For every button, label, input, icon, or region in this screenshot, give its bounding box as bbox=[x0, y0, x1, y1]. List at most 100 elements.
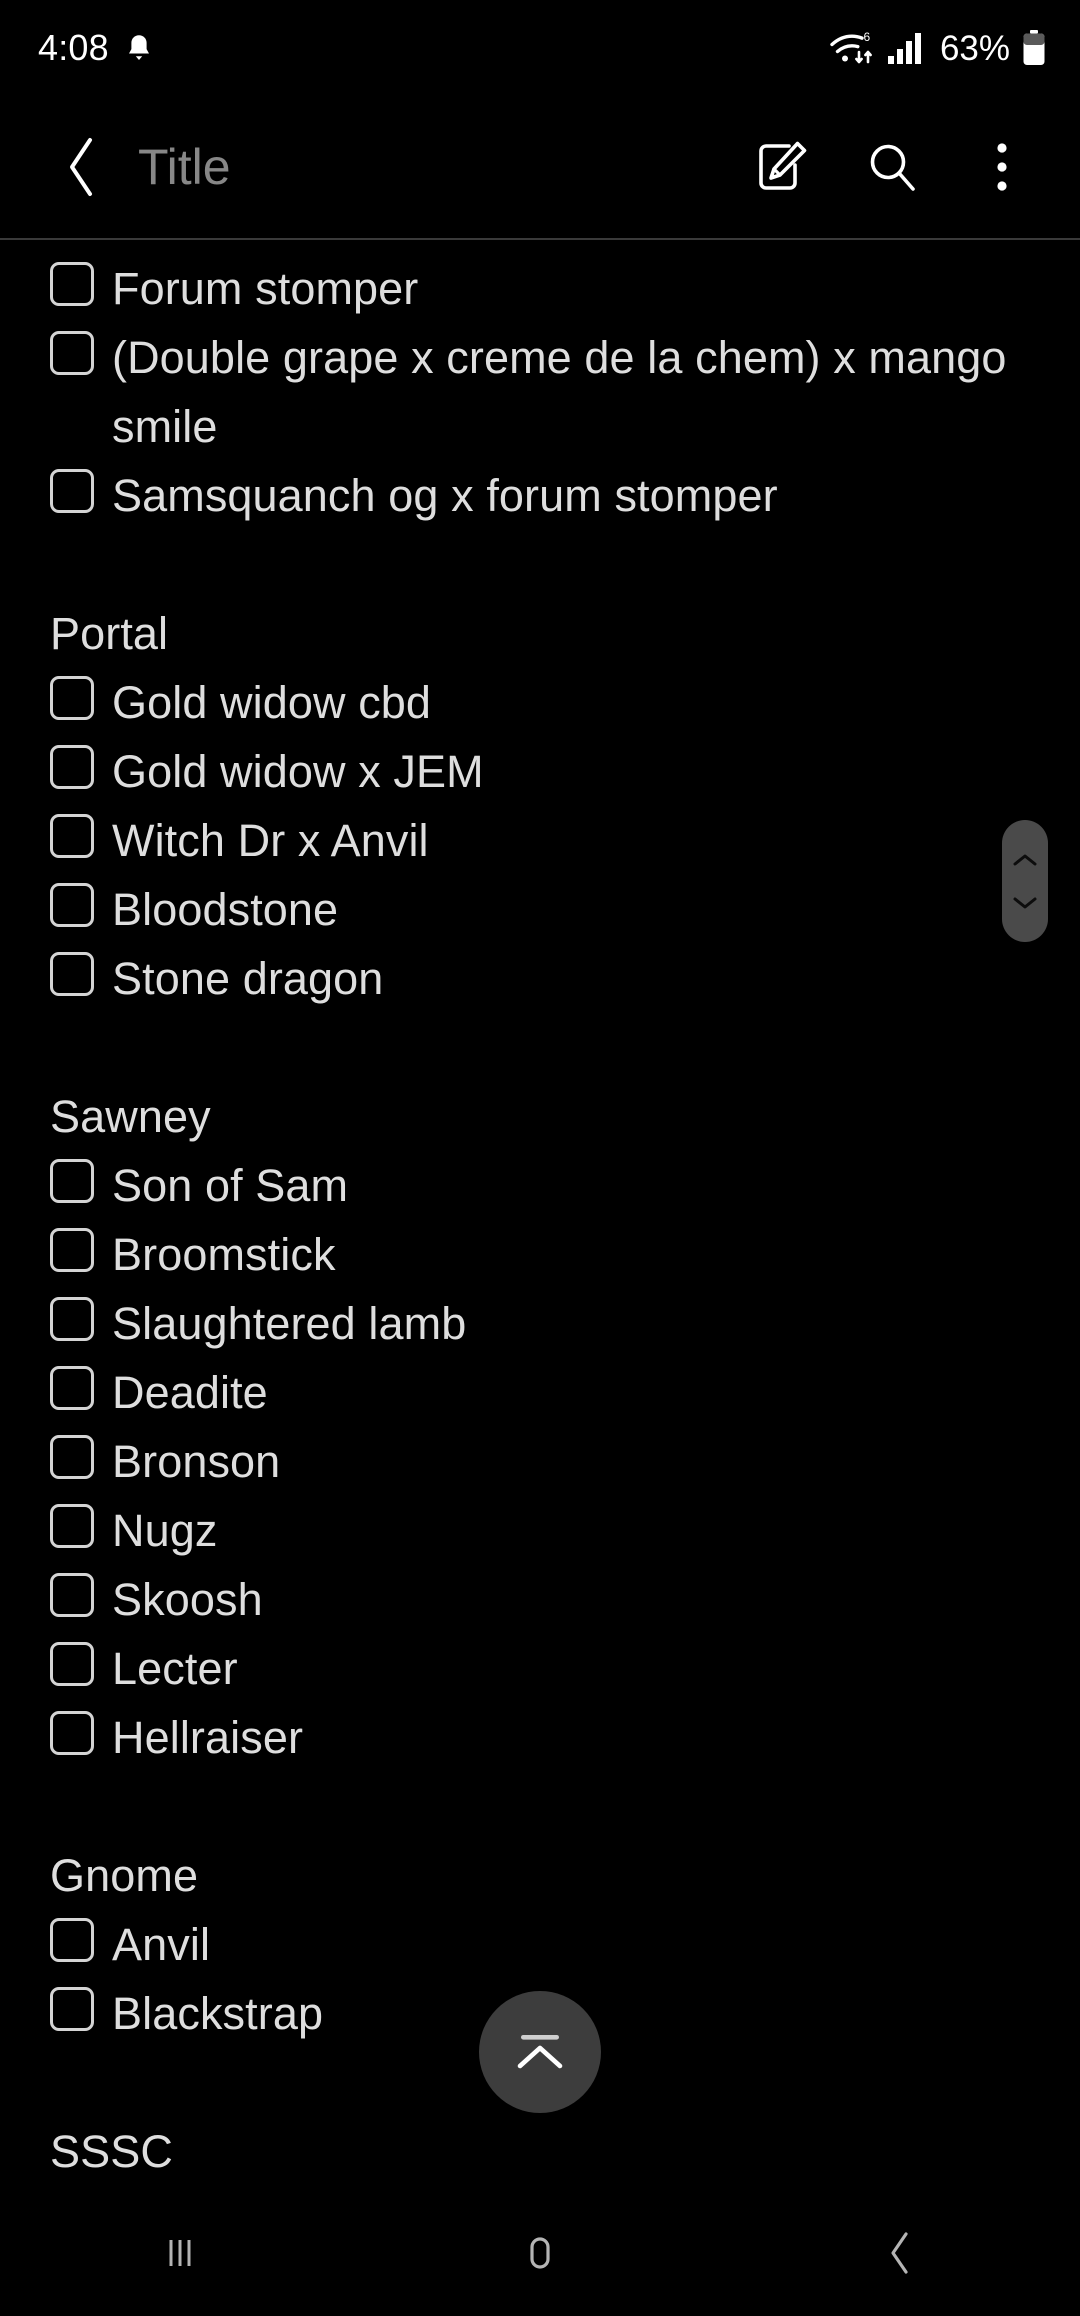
note-checklist-item-label: Gold widow cbd bbox=[112, 677, 432, 728]
note-checklist-item-label: Skoosh bbox=[112, 1574, 263, 1625]
note-checklist-item-label: (Double grape x creme de la chem) x mang… bbox=[112, 332, 1020, 452]
navigate-up-button[interactable] bbox=[50, 135, 114, 199]
app-bar: Title bbox=[0, 96, 1080, 238]
app-bar-actions bbox=[754, 139, 1050, 195]
note-section-heading[interactable]: Portal bbox=[0, 599, 1080, 668]
note-blank-line bbox=[0, 1772, 1080, 1841]
checkbox-icon[interactable] bbox=[50, 262, 94, 306]
note-section-heading[interactable]: Gnome bbox=[0, 1841, 1080, 1910]
scrollbar-thumb[interactable] bbox=[1002, 820, 1048, 942]
more-options-button[interactable] bbox=[974, 139, 1030, 195]
checkbox-icon[interactable] bbox=[50, 1987, 94, 2031]
checkbox-icon[interactable] bbox=[50, 1573, 94, 1617]
checkbox-icon[interactable] bbox=[50, 745, 94, 789]
note-checklist-item-label: Nugz bbox=[112, 1505, 218, 1556]
note-checklist-item-label: Anvil bbox=[112, 1919, 211, 1970]
note-section-heading-label: Sawney bbox=[50, 1091, 211, 1142]
note-checklist-item[interactable]: Samsquanch og x forum stomper bbox=[0, 461, 1080, 530]
note-checklist-item-label: Witch Dr x Anvil bbox=[112, 815, 429, 866]
checkbox-icon[interactable] bbox=[50, 952, 94, 996]
wifi-6-icon: 6 bbox=[830, 30, 872, 64]
note-checklist-item-label: Samsquanch og x forum stomper bbox=[112, 470, 778, 521]
note-section-heading-label: Portal bbox=[50, 608, 169, 659]
note-checklist-item-label: Forum stomper bbox=[112, 263, 419, 314]
note-blank-line bbox=[0, 1013, 1080, 1082]
note-checklist-item-label: Bronson bbox=[112, 1436, 281, 1487]
note-checklist-item-label: Stone dragon bbox=[112, 953, 384, 1004]
note-checklist-item[interactable]: Lecter bbox=[0, 1634, 1080, 1703]
home-icon bbox=[530, 2237, 550, 2269]
note-checklist-item[interactable]: Gold widow cbd bbox=[0, 668, 1080, 737]
note-content[interactable]: Forum stomper (Double grape x creme de la… bbox=[0, 240, 1080, 2200]
battery-icon bbox=[1023, 30, 1045, 65]
bell-icon bbox=[128, 35, 149, 60]
back-button[interactable] bbox=[720, 2190, 1080, 2316]
chevron-up-icon bbox=[1013, 854, 1037, 865]
note-checklist-item[interactable]: (Double grape x creme de la chem) x mang… bbox=[0, 323, 1080, 461]
checkbox-icon[interactable] bbox=[50, 1711, 94, 1755]
recents-icon bbox=[169, 2240, 191, 2266]
checkbox-icon[interactable] bbox=[50, 883, 94, 927]
note-checklist-item-label: Hellraiser bbox=[112, 1712, 304, 1763]
note-checklist-item-label: Deadite bbox=[112, 1367, 268, 1418]
compose-button[interactable] bbox=[754, 139, 810, 195]
checkbox-icon[interactable] bbox=[50, 469, 94, 513]
status-bar-clock: 4:08 bbox=[38, 27, 109, 68]
home-button[interactable] bbox=[360, 2190, 720, 2316]
svg-text:6: 6 bbox=[863, 30, 870, 44]
checkbox-icon[interactable] bbox=[50, 1435, 94, 1479]
checkbox-icon[interactable] bbox=[50, 331, 94, 375]
note-checklist-item[interactable]: Deadite bbox=[0, 1358, 1080, 1427]
system-navigation-bar bbox=[0, 2190, 1080, 2316]
recents-button[interactable] bbox=[0, 2190, 360, 2316]
checkbox-icon[interactable] bbox=[50, 1918, 94, 1962]
checkbox-icon[interactable] bbox=[50, 676, 94, 720]
search-icon bbox=[870, 144, 915, 191]
checkbox-icon[interactable] bbox=[50, 1504, 94, 1548]
note-checklist-item[interactable]: Forum stomper bbox=[0, 254, 1080, 323]
note-checklist-item[interactable]: Stone dragon bbox=[0, 944, 1080, 1013]
cellular-signal-icon bbox=[887, 33, 921, 64]
checkbox-icon[interactable] bbox=[50, 814, 94, 858]
back-icon bbox=[891, 2232, 908, 2274]
chevron-down-icon bbox=[1013, 897, 1037, 908]
note-checklist-item[interactable]: Son of Sam bbox=[0, 1151, 1080, 1220]
status-bar-left: 4:08 bbox=[38, 30, 153, 66]
checkbox-icon[interactable] bbox=[50, 1366, 94, 1410]
note-checklist-item-label: Gold widow x JEM bbox=[112, 746, 484, 797]
search-button[interactable] bbox=[864, 139, 920, 195]
note-checklist-item-label: Slaughtered lamb bbox=[112, 1298, 467, 1349]
note-section-heading[interactable]: Sawney bbox=[0, 1082, 1080, 1151]
note-checklist-item-label: Lecter bbox=[112, 1643, 238, 1694]
note-checklist-item[interactable]: Broomstick bbox=[0, 1220, 1080, 1289]
note-checklist-item[interactable]: Bloodstone bbox=[0, 875, 1080, 944]
checkbox-icon[interactable] bbox=[50, 1297, 94, 1341]
phone-screen: 4:08 6 63% Title Forum stomper (Double g… bbox=[0, 0, 1080, 2316]
status-bar: 4:08 6 63% bbox=[0, 0, 1080, 96]
note-checklist-item[interactable]: Nugz bbox=[0, 1496, 1080, 1565]
battery-percent-label: 63% bbox=[939, 28, 1010, 68]
checkbox-icon[interactable] bbox=[50, 1228, 94, 1272]
note-checklist-item-label: Broomstick bbox=[112, 1229, 336, 1280]
note-checklist-item[interactable]: Anvil bbox=[0, 1910, 1080, 1979]
note-section-heading-label: SSSC bbox=[50, 2126, 173, 2177]
note-checklist-item[interactable]: Hellraiser bbox=[0, 1703, 1080, 1772]
note-checklist-item-label: Son of Sam bbox=[112, 1160, 349, 1211]
overflow-menu-icon bbox=[997, 143, 1007, 191]
checkbox-icon[interactable] bbox=[50, 1159, 94, 1203]
note-checklist-item-label: Bloodstone bbox=[112, 884, 339, 935]
note-checklist-item[interactable]: Bronson bbox=[0, 1427, 1080, 1496]
note-checklist-item[interactable]: Gold widow x JEM bbox=[0, 737, 1080, 806]
back-chevron-icon bbox=[70, 138, 92, 196]
note-section-heading-label: Gnome bbox=[50, 1850, 199, 1901]
note-blank-line bbox=[0, 530, 1080, 599]
note-section-heading[interactable]: SSSC bbox=[0, 2117, 1080, 2186]
compose-icon bbox=[759, 141, 807, 190]
note-checklist-item[interactable]: Slaughtered lamb bbox=[0, 1289, 1080, 1358]
note-title-placeholder[interactable]: Title bbox=[138, 142, 231, 192]
collapse-up-icon bbox=[517, 2035, 563, 2069]
checkbox-icon[interactable] bbox=[50, 1642, 94, 1686]
note-checklist-item[interactable]: Skoosh bbox=[0, 1565, 1080, 1634]
note-checklist-item[interactable]: Witch Dr x Anvil bbox=[0, 806, 1080, 875]
scroll-to-top-button[interactable] bbox=[479, 1991, 601, 2113]
